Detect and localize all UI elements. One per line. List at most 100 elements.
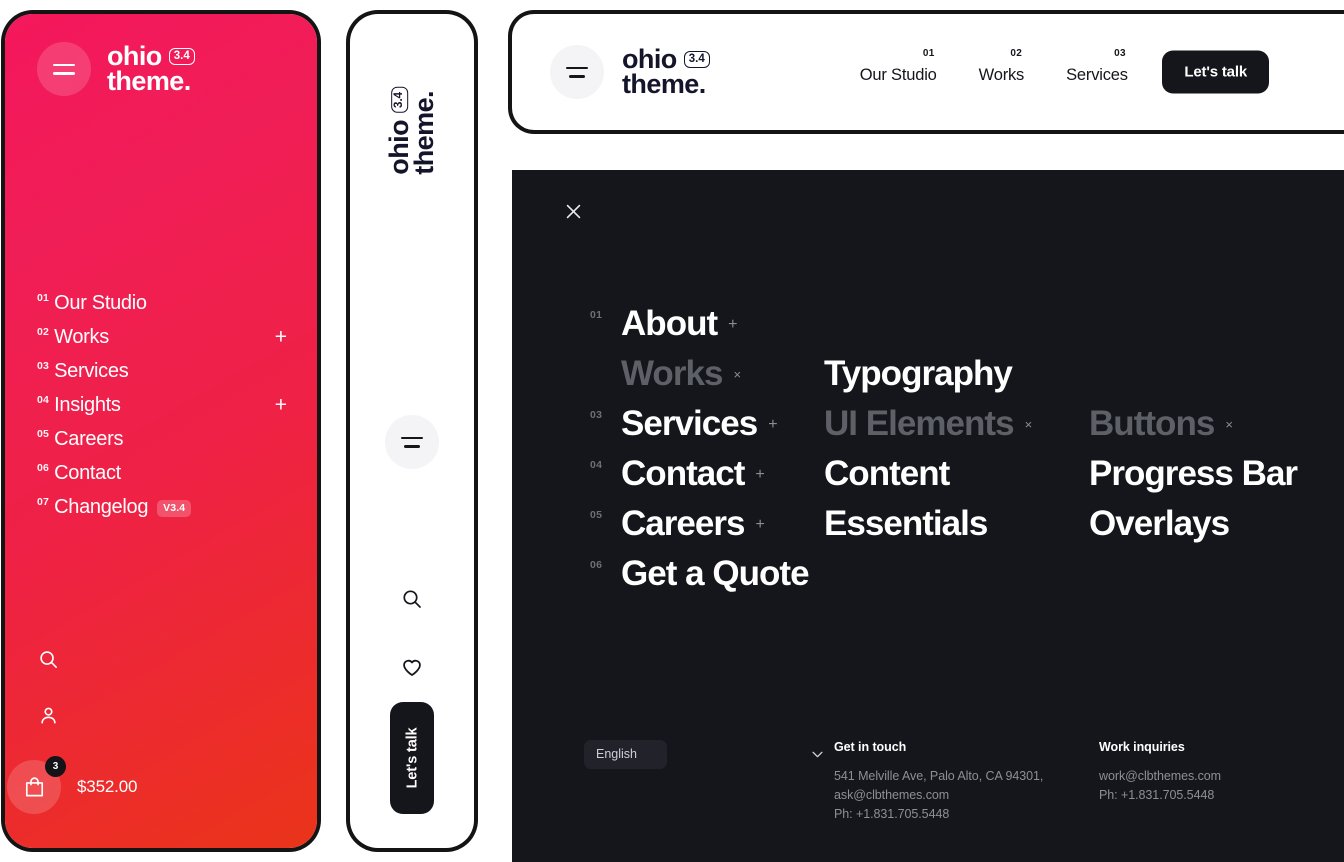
nav-item-label: Careers	[54, 427, 124, 450]
search-button[interactable]	[400, 587, 424, 616]
search-button[interactable]	[37, 648, 285, 676]
mega-item-about[interactable]: 01 About +	[584, 304, 824, 354]
mega-item-number: 05	[590, 509, 603, 521]
close-icon[interactable]: ×	[1025, 418, 1033, 431]
mega-item-label: Contact	[621, 454, 745, 493]
lets-talk-button-vertical[interactable]: Let's talk	[390, 702, 434, 814]
nav-item-changelog[interactable]: 07 Changelog V3.4	[37, 490, 287, 524]
mega-item-label: Careers	[621, 504, 746, 543]
language-select[interactable]: English	[584, 740, 667, 769]
nav-item-contact[interactable]: 06 Contact	[37, 456, 287, 490]
mega-item-contact[interactable]: 04 Contact +	[584, 454, 824, 504]
brand-logo[interactable]: ohio 3.4 theme.	[622, 46, 710, 97]
slim-vertical-panel: ohio 3.4 theme. Let's talk	[350, 14, 474, 848]
nav-item-number: 06	[37, 461, 50, 474]
brand-logo-vertical[interactable]: ohio 3.4 theme.	[384, 86, 439, 175]
mega-item-label: UI Elements	[824, 404, 1015, 443]
search-icon	[40, 651, 57, 668]
mega-column-tertiary: Buttons × Progress Bar Overlays	[1089, 304, 1304, 554]
mega-item-content[interactable]: Content	[824, 454, 1089, 504]
footer-phone-line[interactable]: Ph: +1.831.705.5448	[1099, 786, 1344, 805]
nav-item-number: 01	[922, 47, 935, 59]
screenshot-stage: ohio 3.4 theme. 01 Our Studio 02 Works +…	[0, 0, 1344, 862]
account-button[interactable]	[37, 704, 285, 732]
hamburger-icon[interactable]	[550, 45, 604, 99]
mega-item-ui-elements[interactable]: UI Elements ×	[824, 404, 1089, 454]
nav-item-label: Our Studio	[859, 65, 937, 84]
mega-item-works[interactable]: Works ×	[584, 354, 824, 404]
mega-item-essentials[interactable]: Essentials	[824, 504, 1089, 554]
brand-name-line2: theme.	[107, 66, 191, 96]
nav-item-number: 03	[1114, 47, 1126, 59]
nav-item-label: Changelog	[54, 495, 149, 518]
plus-icon[interactable]: +	[728, 317, 737, 333]
hamburger-icon[interactable]	[37, 42, 91, 96]
brand-logo[interactable]: ohio 3.4 theme.	[107, 43, 195, 96]
lets-talk-label: Let's talk	[404, 727, 421, 789]
chevron-down-icon	[812, 751, 823, 758]
nav-item-number: 04	[37, 393, 50, 406]
footer-phone-line[interactable]: Ph: +1.831.705.5448	[834, 805, 1099, 824]
lets-talk-button[interactable]: Let's talk	[1162, 50, 1269, 94]
nav-item-label: Services	[54, 359, 129, 382]
close-button[interactable]	[559, 197, 587, 225]
nav-item-our-studio[interactable]: 01 Our Studio	[37, 286, 287, 320]
hamburger-line-top	[401, 436, 423, 439]
cart-button[interactable]: 3 $352.00	[7, 756, 285, 814]
nav-item-careers[interactable]: 05 Careers	[37, 422, 287, 456]
footer-get-in-touch: Get in touch 541 Melville Ave, Palo Alto…	[834, 740, 1099, 824]
version-tag: V3.4	[157, 499, 192, 517]
heart-icon	[403, 659, 421, 676]
hamburger-line-bottom	[404, 445, 420, 448]
nav-item-label: Services	[1066, 65, 1128, 84]
nav-item-number: 01	[37, 291, 50, 304]
mega-item-label: Services	[621, 404, 758, 443]
nav-item-number: 02	[37, 325, 50, 338]
mega-item-label: Works	[621, 354, 723, 393]
header-nav-item-works[interactable]: 02 Works	[978, 48, 1025, 85]
header-nav-item-our-studio[interactable]: 01 Our Studio	[859, 48, 937, 85]
search-icon	[403, 590, 421, 608]
close-icon[interactable]: ×	[1225, 418, 1233, 431]
mega-item-label: Content	[824, 454, 950, 493]
pink-mobile-menu-panel: ohio 3.4 theme. 01 Our Studio 02 Works +…	[5, 14, 317, 848]
nav-item-label: Works	[54, 325, 109, 348]
mega-item-careers[interactable]: 05 Careers +	[584, 504, 824, 554]
nav-item-works[interactable]: 02 Works +	[37, 320, 287, 354]
mega-item-typography[interactable]: Typography	[824, 354, 1089, 404]
hamburger-icon[interactable]	[385, 415, 439, 469]
user-icon	[41, 707, 56, 724]
plus-icon[interactable]: +	[755, 467, 764, 483]
mega-column-primary: 01 About + Works × 03 Services + 04 Cont…	[584, 304, 824, 604]
hamburger-line-bottom	[569, 75, 585, 78]
cart-icon-circle[interactable]: 3	[7, 756, 66, 814]
mega-column-secondary: Typography UI Elements × Content Essenti…	[824, 304, 1089, 554]
wishlist-button[interactable]	[400, 654, 425, 684]
mega-item-get-a-quote[interactable]: 06 Get a Quote	[584, 554, 824, 604]
mega-item-label: Progress Bar	[1089, 454, 1298, 493]
nav-item-label: Works	[978, 65, 1025, 84]
mega-menu-footer: English Get in touch 541 Melville Ave, P…	[584, 740, 1294, 824]
language-selector-wrap: English	[584, 740, 834, 824]
plus-icon[interactable]: +	[275, 327, 287, 348]
plus-icon[interactable]: +	[756, 517, 765, 533]
plus-icon[interactable]: +	[275, 395, 287, 416]
plus-icon[interactable]: +	[768, 417, 777, 433]
pink-panel-nav: 01 Our Studio 02 Works + 03 Services 04 …	[5, 286, 317, 524]
mega-item-progress-bar[interactable]: Progress Bar	[1089, 454, 1304, 504]
mega-item-overlays[interactable]: Overlays	[1089, 504, 1304, 554]
desktop-header-bar: ohio 3.4 theme. 01 Our Studio 02 Works 0…	[512, 14, 1344, 130]
shopping-bag-icon	[25, 776, 43, 796]
header-nav-item-services[interactable]: 03 Services	[1066, 48, 1128, 85]
nav-item-services[interactable]: 03 Services	[37, 354, 287, 388]
mega-menu-columns: 01 About + Works × 03 Services + 04 Cont…	[584, 304, 1304, 604]
footer-email-line[interactable]: work@clbthemes.com	[1099, 767, 1344, 786]
brand-version-badge: 3.4	[683, 50, 710, 69]
mega-item-services[interactable]: 03 Services +	[584, 404, 824, 454]
nav-item-insights[interactable]: 04 Insights +	[37, 388, 287, 422]
header-nav: 01 Our Studio 02 Works 03 Services	[859, 48, 1128, 85]
mega-item-label: Typography	[824, 354, 1013, 393]
close-icon[interactable]: ×	[733, 368, 741, 381]
mega-item-buttons[interactable]: Buttons ×	[1089, 404, 1304, 454]
footer-email-line[interactable]: ask@clbthemes.com	[834, 786, 1099, 805]
